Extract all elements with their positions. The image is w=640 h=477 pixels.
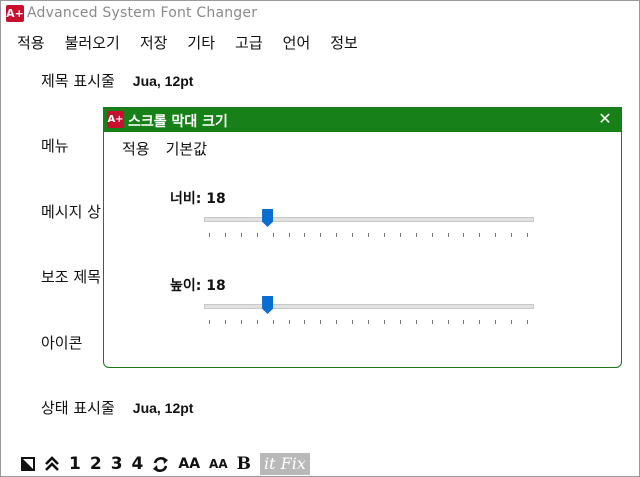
slider-tick [527, 320, 528, 324]
slider-tick [336, 320, 338, 324]
slider-ticks [204, 233, 534, 239]
menu-etc[interactable]: 기타 [177, 31, 225, 55]
row-label: 상태 표시줄 [41, 399, 115, 417]
window-title: Advanced System Font Changer [27, 5, 258, 21]
slider-tick [511, 233, 513, 237]
bold-button[interactable]: B [237, 454, 251, 474]
menu-save[interactable]: 저장 [130, 31, 178, 55]
row-subtitle[interactable]: 보조 제목 [41, 266, 101, 287]
row-title-bar[interactable]: 제목 표시줄 Jua, 12pt [41, 70, 193, 91]
slider-tick [479, 320, 481, 324]
refresh-icon[interactable] [152, 456, 169, 473]
slider-tick [447, 233, 449, 237]
slider-tick [256, 320, 258, 324]
slider-tick [336, 233, 338, 237]
dialog-title: 스크롤 막대 크기 [128, 114, 228, 130]
slider-tick [224, 320, 226, 324]
row-icon[interactable]: 아이콘 [41, 332, 82, 353]
dialog-title-bar: A+ 스크롤 막대 크기 ✕ [104, 108, 621, 132]
font-size-decrease-button[interactable]: AA [209, 454, 228, 474]
slider-tick [399, 233, 401, 237]
row-menu[interactable]: 메뉴 [41, 135, 69, 156]
slider-tick [272, 233, 274, 237]
row-message[interactable]: 메시지 상 [41, 201, 101, 222]
row-status-bar[interactable]: 상태 표시줄 Jua, 12pt [41, 397, 193, 418]
slider-tick [256, 233, 258, 237]
slider-tick [415, 320, 417, 324]
row-value: Jua, 12pt [132, 399, 194, 416]
font-size-increase-button[interactable]: AA [178, 454, 200, 474]
row-label: 제목 표시줄 [41, 72, 115, 90]
menu-bar: 적용 불러오기 저장 기타 고급 언어 정보 [7, 31, 368, 55]
slider-tick [431, 320, 433, 324]
slider-tick [368, 233, 369, 237]
slider-tick [209, 233, 210, 237]
slider-tick [511, 320, 513, 324]
slider-tick [288, 320, 290, 324]
slider-tick [527, 233, 528, 237]
slider-thumb[interactable] [262, 296, 274, 314]
width-label: 너비: 18 [170, 191, 226, 207]
width-slider[interactable] [204, 209, 534, 239]
menu-apply[interactable]: 적용 [7, 31, 55, 55]
menu-info[interactable]: 정보 [320, 31, 368, 55]
slider-tick [415, 233, 417, 237]
title-bar: A+ Advanced System Font Changer [1, 1, 639, 27]
height-slider[interactable] [204, 296, 534, 326]
slider-tick [399, 320, 401, 324]
slider-tick [479, 233, 481, 237]
menu-language[interactable]: 언어 [273, 31, 321, 55]
slider-tick [320, 233, 322, 237]
double-chevron-up-icon[interactable] [44, 456, 60, 472]
row-label: 보조 제목 [41, 268, 101, 286]
dialog-app-icon: A+ [107, 111, 124, 128]
row-label: 아이콘 [41, 334, 83, 352]
slider-tick [272, 320, 274, 324]
row-value: Jua, 12pt [132, 72, 194, 89]
slider-tick [304, 320, 306, 324]
slider-tick [447, 320, 449, 324]
preset-4-button[interactable]: 4 [132, 454, 144, 474]
preset-1-button[interactable]: 1 [69, 454, 81, 474]
menu-load[interactable]: 불러오기 [55, 31, 130, 55]
slider-tick [463, 320, 465, 324]
slider-tick [431, 233, 433, 237]
row-label: 메시지 상 [41, 203, 101, 221]
bottom-toolbar: 1 2 3 4 AA AA B it Fix [21, 453, 310, 475]
height-label: 높이: 18 [170, 278, 226, 294]
slider-tick [304, 233, 306, 237]
slider-track [204, 304, 534, 309]
slider-tick [495, 233, 497, 237]
row-label: 메뉴 [41, 137, 69, 155]
slider-tick [240, 233, 242, 237]
slider-tick [352, 320, 354, 324]
slider-tick [383, 233, 385, 237]
slider-tick [320, 320, 322, 324]
slider-tick [352, 233, 354, 237]
app-icon: A+ [6, 5, 24, 22]
fix-button[interactable]: it Fix [260, 453, 310, 475]
slider-tick [368, 320, 369, 324]
menu-advanced[interactable]: 고급 [225, 31, 273, 55]
slider-track [204, 217, 534, 222]
slider-ticks [204, 320, 534, 326]
slider-tick [383, 320, 385, 324]
dialog-menu-bar: 적용 기본값 [114, 137, 215, 161]
preset-2-button[interactable]: 2 [90, 454, 102, 474]
contrast-icon[interactable] [21, 457, 35, 471]
slider-tick [224, 233, 226, 237]
dialog-menu-apply[interactable]: 적용 [114, 137, 158, 161]
dialog-menu-default[interactable]: 기본값 [158, 137, 215, 161]
slider-tick [240, 320, 242, 324]
slider-tick [463, 233, 465, 237]
preset-3-button[interactable]: 3 [111, 454, 123, 474]
slider-tick [288, 233, 290, 237]
scrollbar-size-dialog: A+ 스크롤 막대 크기 ✕ 적용 기본값 너비: 18 높이: 18 [103, 107, 622, 368]
slider-thumb[interactable] [262, 209, 274, 227]
close-icon[interactable]: ✕ [597, 111, 613, 127]
slider-tick [495, 320, 497, 324]
slider-tick [209, 320, 210, 324]
